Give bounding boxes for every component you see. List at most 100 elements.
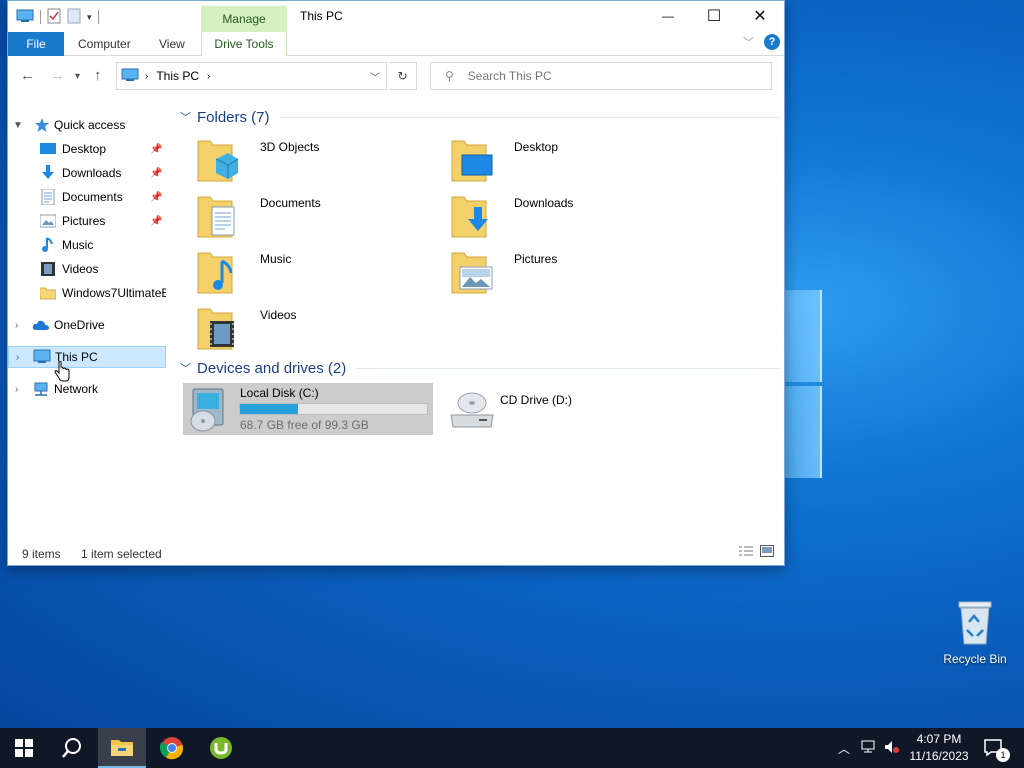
taskbar-chrome[interactable]	[148, 728, 196, 768]
search-input[interactable]: ⚲ Search This PC	[430, 62, 772, 90]
clock-date: 11/16/2023	[909, 749, 969, 763]
maximize-button[interactable]: ☐	[691, 1, 737, 31]
folders-group-title: Folders (7)	[197, 108, 270, 126]
breadcrumb[interactable]: This PC	[156, 69, 199, 83]
sidebar-item-label: Music	[62, 238, 94, 252]
folders-group-header[interactable]: ﹀ Folders (7)	[174, 107, 780, 127]
pin-icon[interactable]: 📌	[150, 168, 162, 179]
folder-videos[interactable]: Videos	[194, 305, 444, 355]
navigation-pane: ▼ Quick access Desktop 📌 Downloads 📌 Doc…	[8, 109, 166, 539]
pin-icon[interactable]: 📌	[150, 216, 162, 227]
search-button[interactable]	[48, 728, 96, 768]
tab-file[interactable]: File	[8, 32, 64, 56]
sidebar-item-pictures[interactable]: Pictures 📌	[8, 210, 166, 232]
breadcrumb-separator-icon[interactable]: ›	[207, 71, 210, 82]
desktop-icon	[40, 141, 56, 157]
navigation-bar: ← → ▾ ↑ › This PC › ﹀ ↻ ⚲ Search This PC	[8, 57, 784, 95]
clock[interactable]: 4:07 PM 11/16/2023	[900, 731, 978, 765]
address-bar[interactable]: › This PC › ﹀	[116, 62, 387, 90]
sidebar-item-label: Downloads	[62, 166, 122, 180]
manage-context-tab[interactable]: Manage	[201, 6, 287, 32]
refresh-button[interactable]: ↻	[389, 62, 417, 90]
recycle-bin-shortcut[interactable]: Recycle Bin	[940, 600, 1010, 666]
address-dropdown-icon[interactable]: ﹀	[370, 69, 380, 84]
pictures-icon	[39, 213, 57, 229]
pin-icon[interactable]: 📌	[150, 192, 162, 203]
drive-usage-fill	[240, 404, 298, 414]
collapse-chevron-icon[interactable]: ﹀	[180, 360, 191, 376]
volume-muted-icon[interactable]	[884, 740, 900, 757]
drive-local-disk-c[interactable]: Local Disk (C:) 68.7 GB free of 99.3 GB	[183, 383, 433, 435]
back-arrow-icon[interactable]: ←	[20, 67, 35, 84]
properties-icon[interactable]	[47, 8, 61, 27]
recycle-bin-label: Recycle Bin	[943, 652, 1007, 666]
folder-name: Videos	[260, 308, 297, 322]
new-folder-icon[interactable]	[67, 8, 81, 27]
this-pc-icon[interactable]	[16, 9, 34, 26]
search-icon: ⚲	[445, 69, 454, 83]
expand-chevron-icon[interactable]: ›	[16, 352, 19, 363]
up-arrow-icon[interactable]: ↑	[94, 67, 102, 84]
large-icons-view-icon[interactable]	[760, 545, 774, 560]
taskbar-file-explorer[interactable]	[98, 728, 146, 768]
sidebar-item-network[interactable]: › Network	[8, 378, 166, 400]
sidebar-item-quick-access[interactable]: ▼ Quick access	[8, 114, 166, 136]
sidebar-item-windows7ultimate[interactable]: Windows7UltimateE	[8, 282, 166, 304]
folder-pictures[interactable]: Pictures	[448, 249, 698, 299]
taskbar: ︿ 4:07 PM 11/16/2023 1	[0, 728, 1024, 768]
expand-chevron-icon[interactable]: ›	[15, 320, 18, 331]
folder-name: 3D Objects	[260, 140, 320, 154]
sidebar-item-this-pc[interactable]: › This PC	[8, 346, 166, 368]
details-view-icon[interactable]	[738, 545, 754, 560]
tab-drive-tools[interactable]: Drive Tools	[201, 32, 287, 56]
breadcrumb-separator-icon[interactable]: ›	[145, 71, 148, 82]
action-center-button[interactable]: 1	[976, 728, 1012, 768]
drives-group-header[interactable]: ﹀ Devices and drives (2)	[174, 358, 780, 378]
notification-count-badge: 1	[996, 748, 1010, 762]
folder-name: Pictures	[514, 252, 558, 266]
folder-3d-objects[interactable]: 3D Objects	[194, 137, 444, 187]
sidebar-item-label: Videos	[62, 262, 99, 276]
file-explorer-icon	[111, 740, 133, 756]
sidebar-item-desktop[interactable]: Desktop 📌	[8, 138, 166, 160]
sidebar-item-onedrive[interactable]: › OneDrive	[8, 314, 166, 336]
taskbar-utorrent[interactable]	[197, 728, 245, 768]
start-button[interactable]	[0, 728, 48, 768]
sidebar-item-music[interactable]: Music	[8, 234, 166, 256]
close-button[interactable]: ✕	[737, 1, 783, 31]
drive-cd-d[interactable]: CD Drive (D:)	[443, 383, 623, 435]
minimize-button[interactable]: —	[645, 1, 691, 31]
music-folder-icon	[194, 249, 240, 299]
collapse-chevron-icon[interactable]: ﹀	[180, 109, 191, 125]
sidebar-item-label: Documents	[62, 190, 123, 204]
downloads-icon	[40, 165, 56, 181]
sidebar-item-documents[interactable]: Documents 📌	[8, 186, 166, 208]
recent-locations-icon[interactable]: ▾	[75, 71, 80, 82]
expand-chevron-icon[interactable]: ›	[15, 384, 18, 395]
sidebar-item-videos[interactable]: Videos	[8, 258, 166, 280]
sidebar-item-label: OneDrive	[54, 318, 105, 332]
folder-music[interactable]: Music	[194, 249, 444, 299]
sidebar-item-downloads[interactable]: Downloads 📌	[8, 162, 166, 184]
sidebar-item-label: Windows7UltimateE	[62, 286, 166, 300]
folder-downloads[interactable]: Downloads	[448, 193, 698, 243]
pin-icon[interactable]: 📌	[150, 144, 162, 155]
file-explorer-window: ▾ Manage This PC — ☐ ✕ File Computer Vie…	[7, 0, 785, 566]
expand-ribbon-icon[interactable]: ﹀	[743, 34, 754, 50]
network-icon[interactable]	[860, 740, 876, 757]
customize-toolbar-icon[interactable]: ▾	[87, 12, 92, 23]
system-tray: ︿	[838, 728, 900, 768]
3d-objects-folder-icon	[194, 137, 240, 187]
folder-desktop[interactable]: Desktop	[448, 137, 698, 187]
folder-documents[interactable]: Documents	[194, 193, 444, 243]
show-hidden-icons-icon[interactable]: ︿	[838, 740, 850, 757]
tab-view[interactable]: View	[159, 32, 185, 56]
help-icon[interactable]: ?	[764, 34, 780, 50]
forward-arrow-icon[interactable]: →	[50, 67, 65, 84]
expand-chevron-icon[interactable]: ▼	[13, 120, 23, 131]
drive-name: CD Drive (D:)	[500, 393, 572, 407]
folder-name: Desktop	[514, 140, 559, 154]
tab-computer[interactable]: Computer	[78, 32, 131, 56]
search-placeholder: Search This PC	[467, 69, 552, 83]
desktop-folder-icon	[448, 137, 494, 187]
